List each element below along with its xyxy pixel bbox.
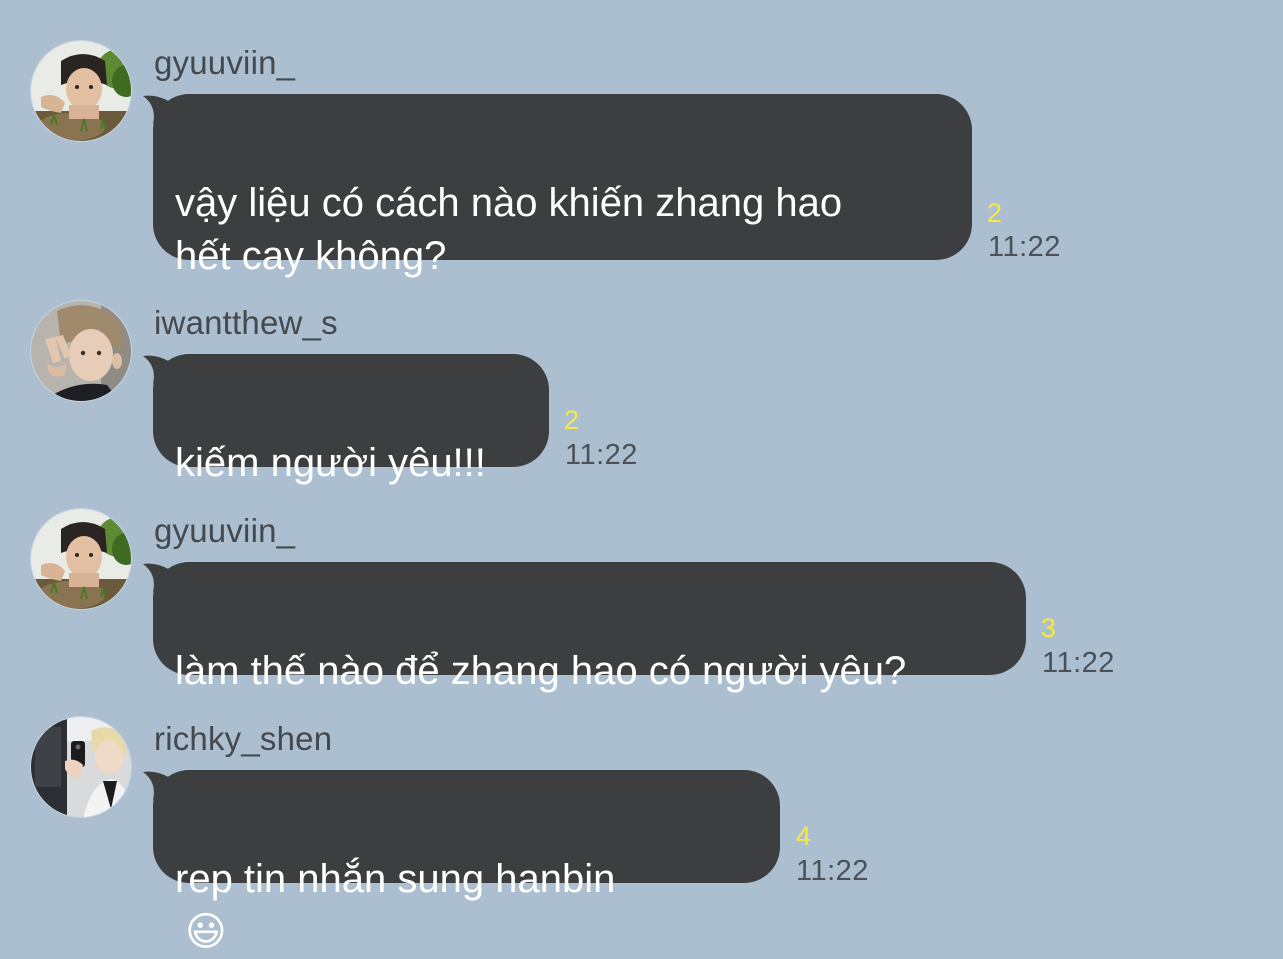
avatar[interactable]: [30, 508, 132, 610]
message-bubble[interactable]: làm thế nào để zhang hao có người yêu?: [153, 562, 1026, 693]
avatar[interactable]: [30, 300, 132, 402]
message-text: vậy liệu có cách nào khiến zhang hao hết…: [175, 181, 843, 278]
unread-count: 2: [564, 405, 580, 435]
message-bubble[interactable]: kiếm người yêu!!!: [153, 354, 549, 485]
smiley-emoji: 😃: [185, 909, 227, 955]
username[interactable]: gyuuviin_: [154, 512, 295, 550]
avatar-gyuuviin-icon: [31, 509, 131, 609]
message-text: rep tin nhắn sung hanbin: [175, 857, 616, 901]
avatar-iwantthew-icon: [31, 301, 131, 401]
message-bubble[interactable]: vậy liệu có cách nào khiến zhang hao hết…: [153, 94, 972, 278]
username[interactable]: gyuuviin_: [154, 44, 295, 82]
avatar[interactable]: [30, 40, 132, 142]
message-bubble[interactable]: rep tin nhắn sung hanbin 😃: [153, 770, 780, 955]
avatar-gyuuviin-icon: [31, 41, 131, 141]
timestamp: 11:22: [988, 231, 1061, 263]
unread-count: 3: [1041, 613, 1057, 643]
unread-count: 4: [796, 821, 812, 851]
unread-count: 2: [987, 198, 1003, 228]
username[interactable]: richky_shen: [154, 720, 332, 758]
avatar-richky-icon: [31, 717, 131, 817]
avatar[interactable]: [30, 716, 132, 818]
message-text: làm thế nào để zhang hao có người yêu?: [175, 649, 907, 693]
message-text: kiếm người yêu!!!: [175, 441, 486, 485]
timestamp: 11:22: [1042, 647, 1115, 679]
timestamp: 11:22: [565, 439, 638, 471]
timestamp: 11:22: [796, 855, 869, 887]
username[interactable]: iwantthew_s: [154, 304, 338, 342]
